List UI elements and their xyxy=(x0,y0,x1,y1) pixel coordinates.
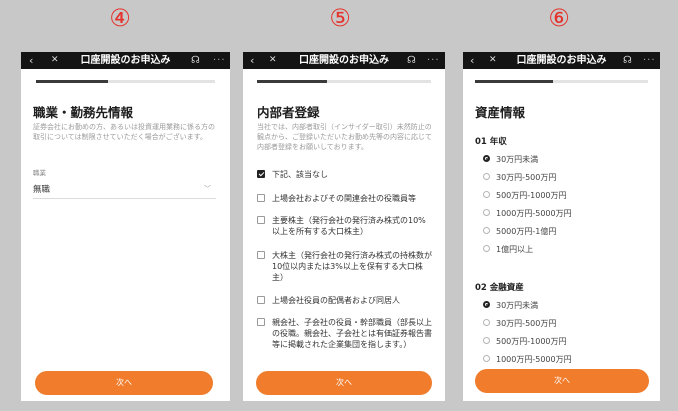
next-button[interactable]: 次へ xyxy=(475,369,649,393)
income-option[interactable]: 1億円以上 xyxy=(483,244,533,256)
income-option-label: 30万円-500万円 xyxy=(496,173,557,182)
income-option-label: 30万円未満 xyxy=(496,155,539,164)
insider-option-label: 大株主（発行会社の発行済み株式の持株数が10位以内または3%以上を保有する大口株… xyxy=(272,251,432,282)
progress-fill xyxy=(257,80,327,83)
next-button[interactable]: 次へ xyxy=(35,371,213,395)
radio-button[interactable] xyxy=(483,191,490,198)
step-marker-4: ④ xyxy=(109,4,131,32)
progress-fill xyxy=(36,80,108,83)
insider-option[interactable]: 上場会社役員の配偶者および同居人 xyxy=(257,295,433,306)
insider-option[interactable]: 大株主（発行会社の発行済み株式の持株数が10位以内または3%以上を保有する大口株… xyxy=(257,250,433,283)
field-underline xyxy=(33,198,216,199)
insider-option[interactable]: 上場会社およびその関連会社の役職員等 xyxy=(257,193,433,204)
radio-button[interactable] xyxy=(483,301,490,308)
page-description: 証券会社にお勤めの方、あるいは投資運用業務に係る方の取引については制限させていた… xyxy=(33,123,215,141)
insider-option[interactable]: 親会社、子会社の役員・幹部職員（部長以上の役職。親会社、子会社とは有価証券報告書… xyxy=(257,317,433,350)
insider-option[interactable]: 下記、該当なし xyxy=(257,169,433,180)
asset-option-label: 30万円-500万円 xyxy=(496,319,557,328)
occupation-field-label: 職業 xyxy=(33,169,46,177)
asset-option-label: 1000万円-5000万円 xyxy=(496,355,572,364)
asset-option[interactable]: 1000万円-5000万円 xyxy=(483,354,572,366)
radio-button[interactable] xyxy=(483,355,490,362)
progress-bar xyxy=(257,80,431,83)
more-icon[interactable]: ··· xyxy=(427,52,440,69)
radio-button[interactable] xyxy=(483,319,490,326)
page-description: 当社では、内部者取引（インサイダー取引）未然防止の観点から、ご登録いただいたお勤… xyxy=(257,123,432,151)
income-option[interactable]: 500万円-1000万円 xyxy=(483,190,567,202)
asset-option[interactable]: 500万円-1000万円 xyxy=(483,336,567,348)
more-icon[interactable]: ··· xyxy=(213,52,226,69)
page-title: 資産情報 xyxy=(475,105,526,120)
radio-button[interactable] xyxy=(483,209,490,216)
radio-button[interactable] xyxy=(483,227,490,234)
step-marker-6: ⑥ xyxy=(548,4,570,32)
phone-screen-insider: ‹ ✕ 口座開設のお申込み ☊ ··· 内部者登録 当社では、内部者取引（インサ… xyxy=(243,52,445,401)
radio-button[interactable] xyxy=(483,245,490,252)
insider-option-label: 主要株主（発行会社の発行済み株式の10%以上を所有する大口株主） xyxy=(272,216,426,236)
radio-button[interactable] xyxy=(483,173,490,180)
asset-option[interactable]: 30万円未満 xyxy=(483,300,538,312)
asset-option-label: 30万円未満 xyxy=(496,301,539,310)
headset-icon[interactable]: ☊ xyxy=(407,52,416,69)
checkbox[interactable] xyxy=(257,251,265,259)
insider-option-label: 親会社、子会社の役員・幹部職員（部長以上の役職。親会社、子会社とは有価証券報告書… xyxy=(272,318,432,349)
progress-fill xyxy=(475,80,553,83)
income-option-label: 500万円-1000万円 xyxy=(496,191,567,200)
app-header: ‹ ✕ 口座開設のお申込み ☊ ··· xyxy=(243,52,445,69)
income-option[interactable]: 30万円未満 xyxy=(483,154,538,166)
asset-option-label: 500万円-1000万円 xyxy=(496,337,567,346)
next-button[interactable]: 次へ xyxy=(256,371,432,395)
headset-icon[interactable]: ☊ xyxy=(623,52,632,69)
insider-option-label: 上場会社役員の配偶者および同居人 xyxy=(272,296,400,305)
occupation-select[interactable]: 無職 xyxy=(33,183,50,195)
page-title: 内部者登録 xyxy=(257,105,320,120)
app-header: ‹ ✕ 口座開設のお申込み ☊ ··· xyxy=(463,52,660,69)
insider-option-label: 上場会社およびその関連会社の役職員等 xyxy=(272,194,416,203)
income-option-label: 1億円以上 xyxy=(496,245,534,254)
checkbox[interactable] xyxy=(257,194,265,202)
phone-screen-assets: ‹ ✕ 口座開設のお申込み ☊ ··· 資産情報 01 年収 30万円未満 30… xyxy=(463,52,660,401)
page-title: 職業・勤務先情報 xyxy=(33,105,134,120)
progress-bar xyxy=(475,80,648,83)
checkbox[interactable] xyxy=(257,318,265,326)
asset-option[interactable]: 30万円-500万円 xyxy=(483,318,556,330)
checkbox[interactable] xyxy=(257,216,265,224)
section-title-financial-assets: 02 金融資産 xyxy=(475,283,524,293)
income-option[interactable]: 30万円-500万円 xyxy=(483,172,556,184)
radio-button[interactable] xyxy=(483,337,490,344)
progress-bar xyxy=(36,80,215,83)
insider-option[interactable]: 主要株主（発行会社の発行済み株式の10%以上を所有する大口株主） xyxy=(257,215,433,237)
checkbox[interactable] xyxy=(257,170,265,178)
section-title-income: 01 年収 xyxy=(475,137,507,147)
chevron-down-icon[interactable]: ﹀ xyxy=(204,184,211,194)
step-marker-5: ⑤ xyxy=(329,4,351,32)
insider-option-label: 下記、該当なし xyxy=(272,170,328,179)
income-option-label: 5000万円-1億円 xyxy=(496,227,557,236)
income-option[interactable]: 5000万円-1億円 xyxy=(483,226,556,238)
app-header: ‹ ✕ 口座開設のお申込み ☊ ··· xyxy=(21,52,230,69)
checkbox[interactable] xyxy=(257,296,265,304)
headset-icon[interactable]: ☊ xyxy=(191,52,200,69)
more-icon[interactable]: ··· xyxy=(643,52,656,69)
radio-button[interactable] xyxy=(483,155,490,162)
income-option-label: 1000万円-5000万円 xyxy=(496,209,572,218)
income-option[interactable]: 1000万円-5000万円 xyxy=(483,208,572,220)
phone-screen-occupation: ‹ ✕ 口座開設のお申込み ☊ ··· 職業・勤務先情報 証券会社にお勤めの方、… xyxy=(21,52,230,401)
